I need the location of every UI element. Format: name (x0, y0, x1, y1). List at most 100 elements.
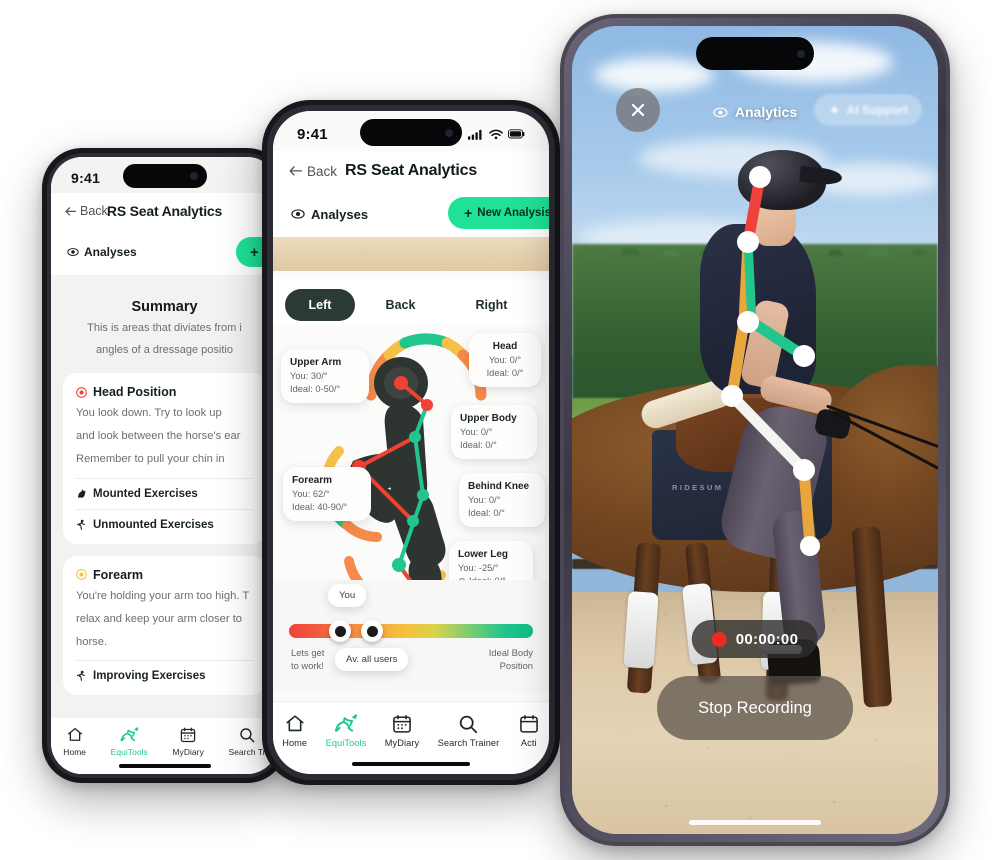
segment-back[interactable]: Back (355, 298, 446, 312)
finding-line-3: Remember to pull your chin in (76, 453, 225, 466)
slider-label-right-2: Position (499, 660, 533, 672)
eye-icon (291, 209, 305, 219)
slider-knob-average[interactable] (361, 620, 383, 642)
tab-mydiary[interactable]: MyDiary (376, 713, 429, 748)
calendar-icon (519, 714, 538, 733)
close-button[interactable] (616, 88, 660, 132)
summary-line-2: angles of a dressage positio (96, 344, 233, 357)
measure-card-upper-body[interactable]: Upper Body You: 0/° Ideal: 0/° (451, 405, 537, 460)
measure-ideal: Ideal: 0-50/° (290, 383, 341, 394)
finding-line-1: You're holding your arm too high. T (76, 589, 250, 602)
tab-equitools[interactable]: EquiTools (316, 713, 375, 748)
finding-card-head-position[interactable]: Head Position You look down. Try to look… (63, 373, 266, 544)
row-mounted-exercises[interactable]: Mounted Exercises (76, 477, 253, 509)
home-indicator (352, 762, 470, 766)
slider-track[interactable] (289, 624, 533, 638)
calendar-icon (180, 727, 196, 743)
segment-left[interactable]: Left (285, 289, 355, 321)
tab-label: Home (282, 738, 308, 748)
phone-1-frame: 9:41 Back RS Seat Analytics Analyses + S… (42, 148, 287, 783)
slider-knob-you[interactable] (329, 620, 351, 642)
app-header: Back RS Seat Analytics (273, 151, 549, 191)
stop-recording-label: Stop Recording (698, 698, 812, 717)
body-position-score-slider[interactable]: You Av. all users Lets get to work! Idea… (273, 580, 549, 692)
slider-bubble-you: You (328, 584, 367, 607)
dynamic-island (360, 119, 462, 146)
measure-you: You: 62/° (292, 488, 330, 499)
analyses-tab-row: Analyses + (51, 229, 278, 289)
tab-mydiary[interactable]: MyDiary (160, 726, 216, 757)
plus-icon: + (464, 205, 473, 221)
home-icon (67, 727, 82, 741)
measure-card-upper-arm[interactable]: Upper Arm You: 30/° Ideal: 0-50/° (281, 349, 369, 404)
bottom-tab-bar: Home EquiTools MyDiary Search Trainer Ac… (273, 702, 549, 774)
stop-recording-button[interactable]: Stop Recording (657, 676, 853, 740)
measure-you: You: -25/° (458, 562, 499, 573)
tab-analyses[interactable]: Analyses (67, 245, 137, 259)
pose-diagram-stage: Upper Arm You: 30/° Ideal: 0-50/° Head Y… (273, 325, 549, 643)
calendar-icon (393, 714, 411, 733)
battery-icon (508, 129, 525, 139)
finding-line-2: relax and keep your arm closer to (76, 612, 243, 625)
measure-card-head[interactable]: Head You: 0/° Ideal: 0/° (469, 333, 541, 388)
ai-support-button[interactable]: AI Support (813, 94, 922, 126)
wifi-icon (489, 129, 503, 139)
status-time: 9:41 (71, 170, 101, 186)
tab-label: Search Trainer (437, 738, 500, 748)
analyses-tab-row: Analyses + New Analysis (273, 191, 549, 255)
row-label: Mounted Exercises (93, 487, 198, 500)
row-unmounted-exercises[interactable]: Unmounted Exercises (76, 508, 253, 540)
dynamic-island (122, 164, 207, 188)
finding-title-row: Forearm (76, 568, 253, 582)
tab-analyses[interactable]: Analyses (291, 207, 368, 222)
front-camera-icon (445, 128, 453, 137)
search-icon (240, 728, 255, 743)
measure-card-forearm[interactable]: Forearm You: 62/° Ideal: 40-90/° (283, 467, 371, 522)
eye-icon (67, 248, 79, 256)
front-camera-icon (797, 49, 805, 58)
tab-search-trainer[interactable]: Search Trainer (428, 713, 508, 748)
measure-name: Behind Knee (468, 481, 530, 492)
dynamic-island (696, 37, 814, 70)
measure-card-behind-knee[interactable]: Behind Knee You: 0/° Ideal: 0/° (459, 473, 545, 528)
video-thumbnail-strip[interactable] (273, 237, 549, 271)
slider-label-right: Ideal Body Position (489, 646, 533, 672)
tab-activity[interactable]: Acti (509, 713, 549, 748)
horse-icon (335, 714, 358, 732)
phone-3-screen: RIDESUM Analytics AI Support 00:00:00 St… (572, 26, 938, 834)
eye-icon (713, 107, 728, 117)
horse-icon (120, 727, 139, 742)
search-icon (460, 715, 478, 734)
summary-block: Summary This is areas that diviates from… (63, 295, 266, 374)
new-analysis-button[interactable]: + New Analysis (448, 197, 549, 229)
warning-target-icon (76, 569, 87, 580)
finding-card-forearm[interactable]: Forearm You're holding your arm too high… (63, 555, 266, 695)
phone-2-screen: 9:41 Back RS Seat Analytics Analyses + N… (273, 111, 549, 774)
horse-head-icon (78, 489, 86, 498)
row-label: Unmounted Exercises (93, 518, 214, 531)
analyses-content[interactable]: Summary This is areas that diviates from… (51, 281, 278, 718)
summary-title: Summary (131, 299, 198, 315)
tab-equitools[interactable]: EquiTools (98, 726, 160, 757)
tab-home[interactable]: Home (51, 726, 98, 757)
measure-name: Head (492, 341, 518, 352)
segment-right[interactable]: Right (446, 298, 537, 312)
ai-support-label: AI Support (846, 103, 908, 117)
phone-1-screen: 9:41 Back RS Seat Analytics Analyses + S… (51, 157, 278, 774)
tab-analyses-label: Analyses (311, 206, 369, 222)
signal-icon (468, 129, 482, 140)
measure-ideal: Ideal: 0/° (468, 507, 505, 518)
row-improving-exercises[interactable]: Improving Exercises (76, 659, 253, 691)
finding-title: Forearm (93, 567, 144, 582)
person-running-icon (76, 671, 85, 682)
home-indicator (689, 820, 821, 825)
tab-label: EquiTools (110, 747, 148, 757)
tab-label: MyDiary (384, 738, 420, 748)
tab-home[interactable]: Home (273, 713, 316, 748)
measure-you: You: 0/° (460, 426, 493, 437)
slider-label-left-2: to work! (291, 660, 324, 672)
slider-label-left-1: Lets get (291, 647, 325, 658)
tab-label: Search Tr (228, 747, 266, 757)
slider-label-left: Lets get to work! (291, 646, 324, 672)
row-label: Improving Exercises (93, 669, 206, 682)
